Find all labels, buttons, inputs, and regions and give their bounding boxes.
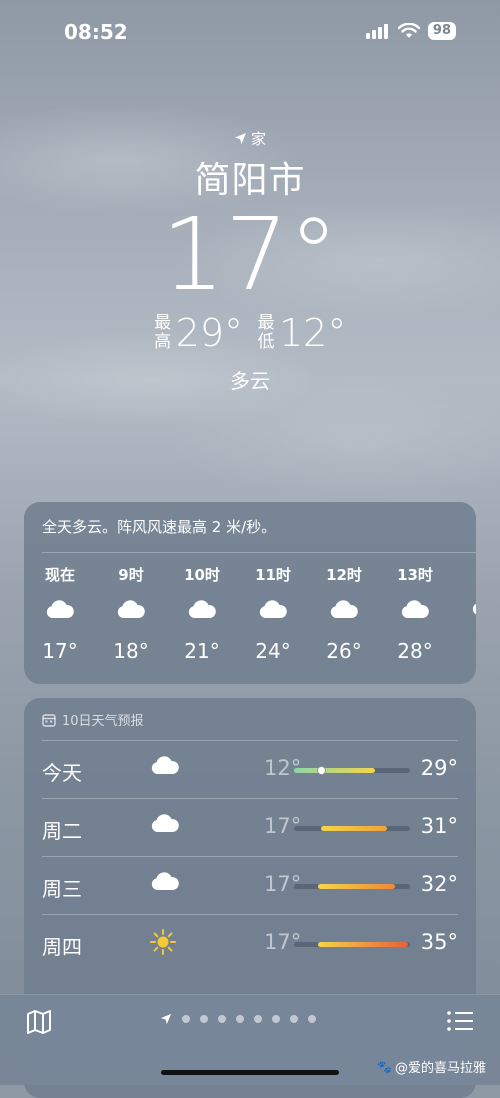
day-name: 今天 [42,761,82,785]
battery-indicator: 98 [427,22,456,40]
list-icon[interactable] [446,1009,474,1033]
hourly-item: 9时 18° [101,564,161,663]
temp-range-fill [320,826,387,831]
temp-range-fill [294,768,376,773]
low-temp: 12° [279,311,347,355]
cloud-icon [150,871,180,895]
hour-temp: 17° [42,639,78,663]
cloud-icon [150,755,180,779]
day-name: 周三 [42,877,82,901]
daily-header: 10日天气预报 [42,710,144,729]
day-name: 周四 [42,935,82,959]
daily-row[interactable]: 周四 17° 35° [42,914,458,973]
page-dot[interactable] [182,1015,190,1023]
calendar-icon [42,713,56,727]
hour-label: 12时 [326,566,362,584]
hour-temp: 26° [326,639,362,663]
cloud-icon [243,599,303,623]
divider [42,552,476,553]
bottom-toolbar: 🐾 @爱的喜马拉雅 [0,994,500,1085]
hour-temp: 2 [456,636,476,660]
hour-label: 现在 [44,566,75,584]
low-temp-group: 最低 12° [257,311,347,355]
high-low: 最高 29° 最低 12° [0,311,500,355]
temp-range-bar [294,884,410,889]
status-icons: 98 [365,22,456,40]
wifi-icon [397,23,420,38]
cloud-icon [30,599,90,623]
sun-icon [150,929,176,959]
hour-temp: 21° [184,639,220,663]
daily-row[interactable]: 今天 12° 29° [42,740,458,799]
cellular-signal-icon [365,24,388,39]
cloud-icon [314,599,374,623]
hour-label: 13时 [397,566,433,584]
cloud-icon [150,813,180,837]
daily-header-label: 10日天气预报 [62,714,144,729]
daily-row[interactable]: 周三 17° 32° [42,856,458,915]
hour-temp: 18° [113,639,149,663]
hourly-item: 11时 24° [243,564,303,663]
hourly-forecast-card[interactable]: 全天多云。阵风风速最高 2 米/秒。 现在 17° 9时 18° 10时 21°… [24,502,476,684]
page-dot[interactable] [218,1015,226,1023]
cloud-icon [456,596,476,620]
page-dot[interactable] [272,1015,280,1023]
location-name: 家 [250,130,266,148]
watermark-text: @爱的喜马拉雅 [394,1061,486,1076]
temp-range-fill [318,942,408,947]
hourly-item: 14 2 [456,564,476,660]
high-temp-group: 最高 29° [154,311,243,355]
temp-range-bar [294,766,410,775]
location-arrow-icon [234,132,247,145]
status-bar: 08:52 98 [0,0,500,66]
location-arrow-icon [160,1013,172,1025]
hour-label: 14 [456,564,477,582]
watermark: 🐾 @爱的喜马拉雅 [377,1057,486,1077]
day-high-temp: 31° [420,814,458,838]
cloud-icon [101,599,161,623]
current-weather: 家 简阳市 17° 最高 29° 最低 12° 多云 [0,128,500,394]
hour-label: 11时 [255,566,291,584]
day-high-temp: 35° [420,930,458,954]
temp-range-bar [294,826,410,831]
low-label: 最低 [257,313,275,352]
current-temp-marker [316,766,326,775]
page-dot[interactable] [254,1015,262,1023]
hour-label: 10时 [184,566,220,584]
page-dot[interactable] [290,1015,298,1023]
home-indicator[interactable] [161,1070,339,1075]
location-label: 家 [0,128,500,149]
page-indicator[interactable] [160,1013,316,1025]
hour-temp: 24° [255,639,291,663]
cloud-icon [385,599,445,623]
temp-range-fill [318,884,395,889]
status-time: 08:52 [64,20,128,44]
paw-icon: 🐾 [377,1059,392,1074]
hourly-summary: 全天多云。阵风风速最高 2 米/秒。 [42,518,277,536]
hourly-item: 10时 21° [172,564,232,663]
hourly-item: 12时 26° [314,564,374,663]
daily-row[interactable]: 周二 17° 31° [42,798,458,857]
cloud-icon [172,599,232,623]
hour-temp: 28° [397,639,433,663]
page-dot[interactable] [236,1015,244,1023]
high-label: 最高 [154,313,172,352]
day-high-temp: 29° [420,756,458,780]
temp-range-bar [294,942,410,947]
page-dot[interactable] [308,1015,316,1023]
hourly-item: 13时 28° [385,564,445,663]
day-high-temp: 32° [420,872,458,896]
map-icon[interactable] [26,1009,52,1035]
hourly-item: 现在 17° [30,564,90,663]
weather-condition: 多云 [230,369,270,393]
page-dot[interactable] [200,1015,208,1023]
current-temperature: 17° [161,196,339,313]
hour-label: 9时 [118,566,144,584]
day-name: 周二 [42,819,82,843]
high-temp: 29° [175,311,243,355]
